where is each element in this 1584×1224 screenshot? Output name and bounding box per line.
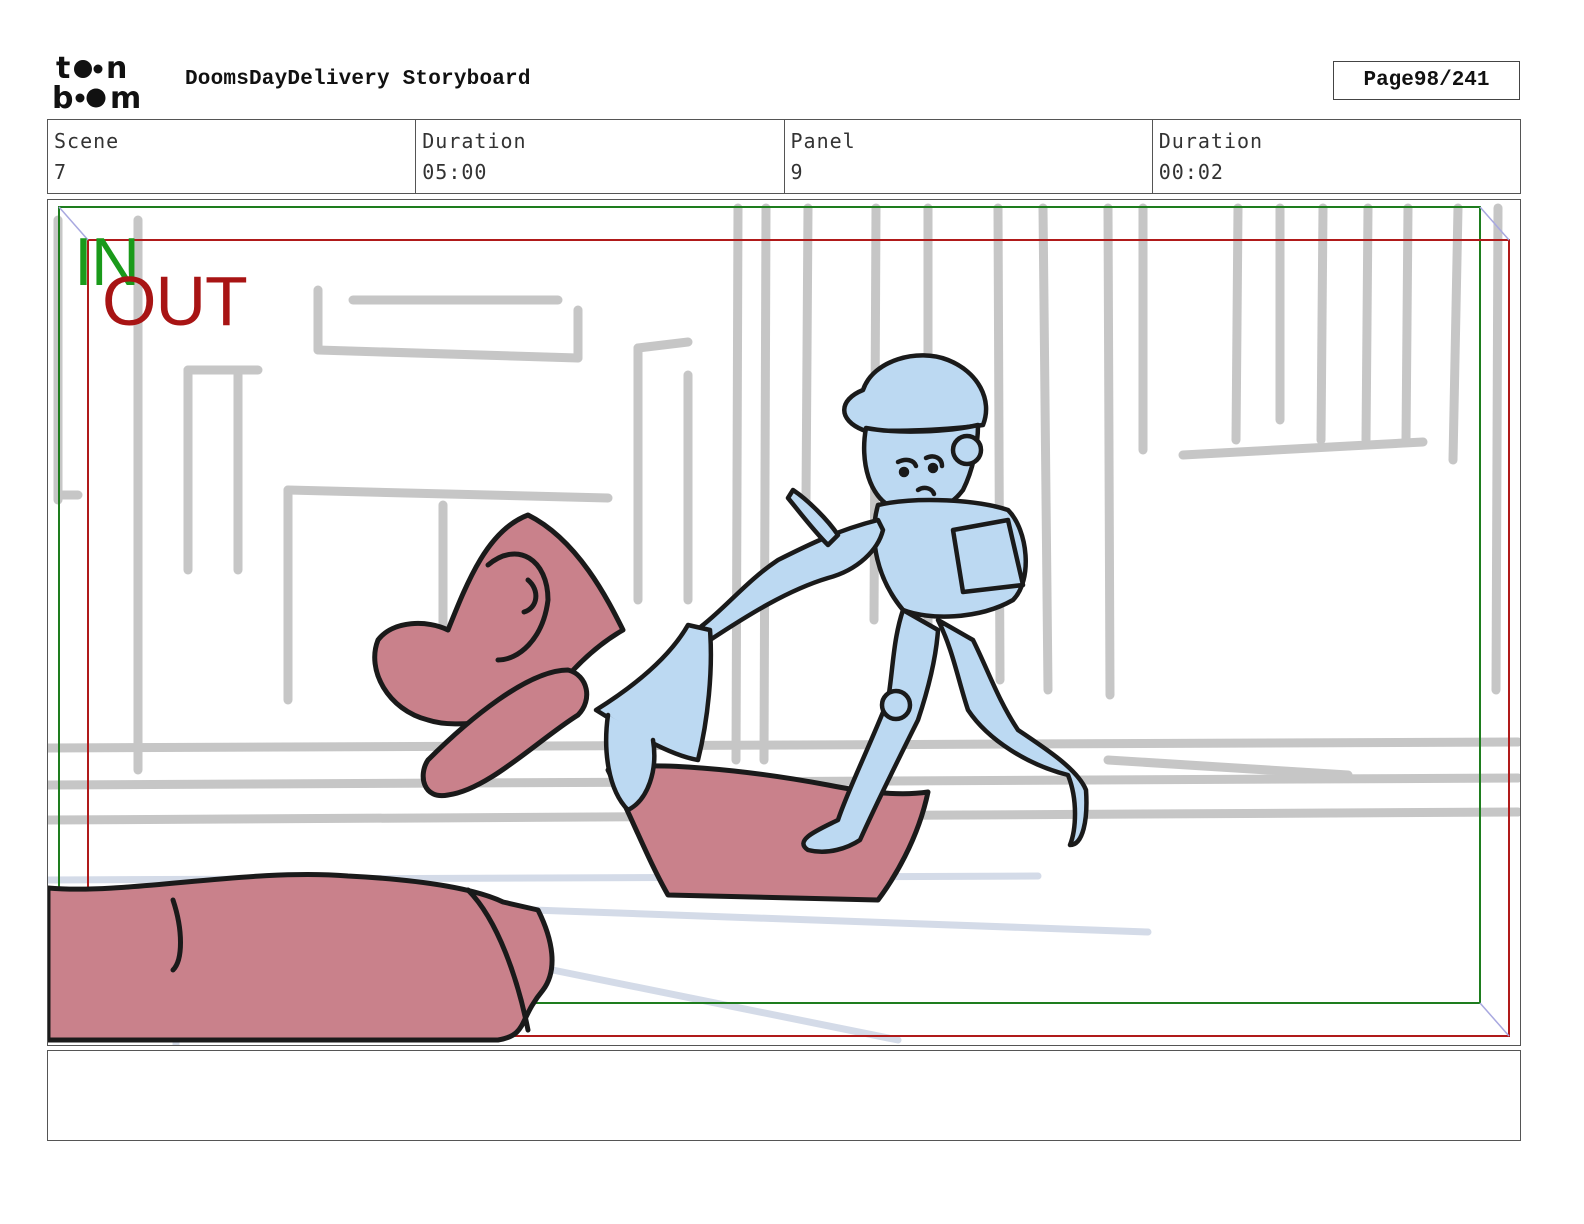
document-title: DoomsDayDelivery Storyboard [185, 68, 531, 91]
scene-duration-label: Duration [422, 129, 527, 153]
panel-notes [47, 1050, 1521, 1141]
page-value: 98/241 [1413, 69, 1490, 92]
scene-info-table: Scene 7 Duration 05:00 Panel 9 Duration … [47, 119, 1521, 194]
toon-boom-logo: t n b m [52, 52, 141, 112]
scene-label: Scene [54, 129, 120, 153]
panel-duration-cell: Duration 00:02 [1153, 120, 1520, 193]
creature-arm [48, 872, 555, 1043]
out-label: OUT [102, 262, 248, 340]
panel-value: 9 [790, 160, 804, 184]
panel-sketch [48, 203, 1520, 1045]
background-sketch [48, 203, 1520, 825]
scene-duration-value: 05:00 [422, 160, 488, 184]
storyboard-panel: IN OUT [47, 199, 1521, 1046]
scene-value: 7 [54, 160, 68, 184]
panel-label: Panel [790, 129, 856, 153]
panel-duration-value: 00:02 [1158, 160, 1224, 184]
panel-duration-label: Duration [1158, 129, 1264, 153]
page-label: Page [1363, 69, 1414, 92]
panel-cell: Panel 9 [785, 120, 1153, 193]
page-counter: Page 98/241 [1333, 61, 1520, 100]
svg-text:b: b [52, 81, 73, 112]
svg-text:m: m [110, 81, 141, 112]
scene-cell: Scene 7 [48, 120, 417, 193]
scene-duration-cell: Duration 05:00 [416, 120, 785, 193]
